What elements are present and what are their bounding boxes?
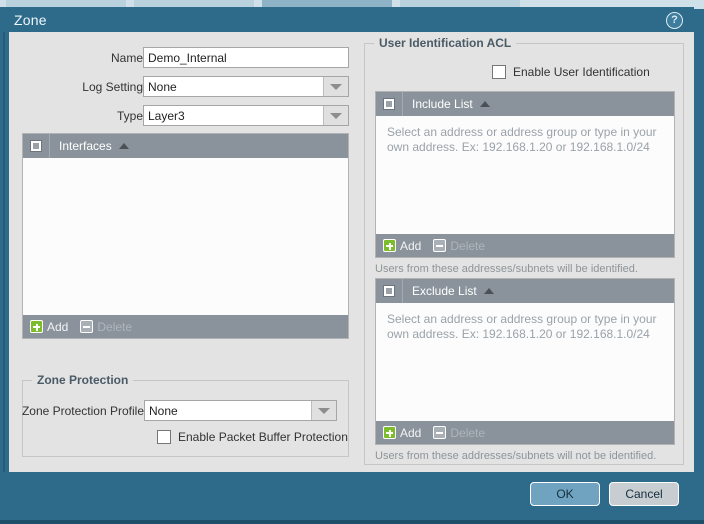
enable-user-identification-label: Enable User Identification bbox=[513, 65, 650, 79]
user-id-acl-legend: User Identification ACL bbox=[374, 36, 516, 50]
exclude-list-rows[interactable]: Select an address or address group or ty… bbox=[376, 303, 674, 421]
help-circle-icon[interactable]: ? bbox=[666, 12, 683, 29]
zone-dialog: Zone ? Name Log Setting Type bbox=[0, 7, 694, 516]
zone-protection-profile-row: Zone Protection Profile bbox=[10, 400, 350, 422]
interfaces-header-label: Interfaces bbox=[59, 139, 112, 153]
enable-user-identification-row: Enable User Identification bbox=[492, 65, 650, 79]
include-list-header: Include List bbox=[376, 92, 674, 116]
plus-icon bbox=[383, 239, 396, 252]
log-setting-row: Log Setting bbox=[9, 76, 349, 98]
sort-ascending-icon[interactable] bbox=[119, 143, 129, 149]
user-identification-acl-fieldset: User Identification ACL Enable User Iden… bbox=[364, 43, 684, 465]
include-list-hint: Users from these addresses/subnets will … bbox=[375, 263, 638, 275]
packet-buffer-protection-row: Enable Packet Buffer Protection bbox=[157, 430, 348, 444]
zone-protection-profile-select[interactable] bbox=[144, 400, 337, 421]
ok-button[interactable]: OK bbox=[530, 482, 600, 506]
interfaces-select-all-cell bbox=[23, 134, 50, 158]
minus-icon bbox=[433, 239, 446, 252]
log-setting-label: Log Setting bbox=[82, 80, 143, 94]
interfaces-rows[interactable] bbox=[23, 158, 348, 315]
include-list-rows[interactable]: Select an address or address group or ty… bbox=[376, 116, 674, 234]
exclude-list-add-button[interactable]: Add bbox=[383, 426, 421, 440]
dialog-titlebar: Zone ? bbox=[0, 7, 694, 32]
exclude-list-header-label: Exclude List bbox=[412, 284, 477, 298]
dialog-title: Zone bbox=[14, 12, 47, 28]
exclude-list-header: Exclude List bbox=[376, 279, 674, 303]
cancel-button[interactable]: Cancel bbox=[609, 482, 679, 506]
exclude-list-add-label: Add bbox=[400, 426, 421, 440]
zone-protection-legend: Zone Protection bbox=[32, 373, 133, 387]
interfaces-add-label: Add bbox=[47, 320, 68, 334]
include-list-delete-label: Delete bbox=[450, 239, 485, 253]
plus-icon bbox=[383, 426, 396, 439]
include-list-select-all-cell bbox=[376, 92, 403, 116]
exclude-list-panel: Exclude List Select an address or addres… bbox=[375, 278, 675, 445]
interfaces-header-title[interactable]: Interfaces bbox=[50, 139, 129, 153]
dialog-left-accent bbox=[0, 32, 9, 472]
enable-packet-buffer-protection-checkbox[interactable] bbox=[157, 430, 171, 444]
select-all-checkbox[interactable] bbox=[383, 285, 395, 297]
sort-ascending-icon[interactable] bbox=[480, 101, 490, 107]
sort-ascending-icon[interactable] bbox=[484, 288, 494, 294]
enable-packet-buffer-protection-label: Enable Packet Buffer Protection bbox=[178, 430, 348, 444]
include-list-header-label: Include List bbox=[412, 97, 473, 111]
type-label: Type bbox=[117, 109, 143, 123]
exclude-list-header-title[interactable]: Exclude List bbox=[403, 284, 494, 298]
interfaces-delete-label: Delete bbox=[97, 320, 132, 334]
minus-icon bbox=[80, 320, 93, 333]
dialog-body: Name Log Setting Type bbox=[9, 32, 694, 472]
minus-icon bbox=[433, 426, 446, 439]
interfaces-panel: Interfaces Add Delete bbox=[22, 133, 349, 339]
dialog-footer: OK Cancel bbox=[0, 472, 694, 516]
select-all-checkbox[interactable] bbox=[383, 98, 395, 110]
zone-protection-profile-chevron-down-icon[interactable] bbox=[311, 401, 336, 420]
include-list-add-label: Add bbox=[400, 239, 421, 253]
plus-icon bbox=[30, 320, 43, 333]
include-list-add-button[interactable]: Add bbox=[383, 239, 421, 253]
interfaces-toolbar: Add Delete bbox=[23, 315, 348, 338]
exclude-list-delete-button[interactable]: Delete bbox=[433, 426, 485, 440]
type-chevron-down-icon[interactable] bbox=[323, 106, 348, 125]
exclude-list-toolbar: Add Delete bbox=[376, 421, 674, 444]
include-list-placeholder: Select an address or address group or ty… bbox=[376, 116, 674, 164]
include-list-header-title[interactable]: Include List bbox=[403, 97, 490, 111]
zone-protection-fieldset: Zone Protection Zone Protection Profile … bbox=[22, 380, 349, 457]
exclude-list-delete-label: Delete bbox=[450, 426, 485, 440]
window-bottom-edge bbox=[0, 520, 704, 524]
exclude-list-select-all-cell bbox=[376, 279, 403, 303]
name-row: Name bbox=[9, 47, 349, 69]
exclude-list-placeholder: Select an address or address group or ty… bbox=[376, 303, 674, 351]
zone-protection-profile-label: Zone Protection Profile bbox=[22, 404, 144, 418]
type-row: Type bbox=[9, 105, 349, 127]
include-list-toolbar: Add Delete bbox=[376, 234, 674, 257]
left-column: Name Log Setting Type bbox=[9, 32, 357, 472]
interfaces-delete-button[interactable]: Delete bbox=[80, 320, 132, 334]
include-list-delete-button[interactable]: Delete bbox=[433, 239, 485, 253]
select-all-checkbox[interactable] bbox=[30, 140, 42, 152]
type-select[interactable] bbox=[143, 105, 349, 126]
exclude-list-hint: Users from these addresses/subnets will … bbox=[375, 450, 656, 462]
name-input[interactable] bbox=[143, 47, 349, 68]
include-list-panel: Include List Select an address or addres… bbox=[375, 91, 675, 258]
interfaces-header: Interfaces bbox=[23, 134, 348, 158]
name-label: Name bbox=[111, 51, 143, 65]
enable-user-identification-checkbox[interactable] bbox=[492, 65, 506, 79]
log-setting-select[interactable] bbox=[143, 76, 349, 97]
interfaces-add-button[interactable]: Add bbox=[30, 320, 68, 334]
log-setting-chevron-down-icon[interactable] bbox=[323, 77, 348, 96]
